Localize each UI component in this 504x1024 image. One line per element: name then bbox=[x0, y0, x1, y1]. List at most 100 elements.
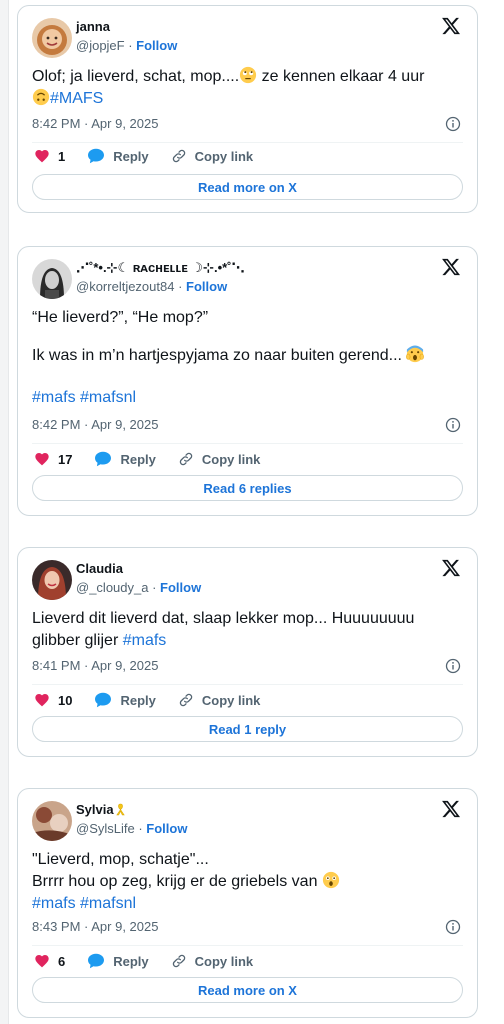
display-name-text: Sylvia bbox=[76, 802, 114, 817]
like-button[interactable]: 1 bbox=[34, 148, 65, 164]
action-bar: 1 Reply Copy link bbox=[34, 148, 275, 164]
x-logo-icon[interactable] bbox=[441, 799, 461, 819]
reply-bubble-icon bbox=[95, 692, 112, 708]
avatar[interactable] bbox=[32, 801, 72, 841]
heart-icon bbox=[35, 955, 49, 968]
like-count: 17 bbox=[58, 451, 73, 467]
copy-link-icon bbox=[172, 149, 185, 163]
hashtag-link[interactable]: #mafs bbox=[32, 389, 76, 406]
follow-button[interactable]: Follow bbox=[146, 821, 187, 836]
like-count: 6 bbox=[58, 953, 66, 969]
reply-button[interactable]: Reply bbox=[94, 451, 156, 467]
divider bbox=[32, 142, 463, 143]
tweet-text-line: Lieverd dit lieverd dat, slaap lekker mo… bbox=[32, 610, 415, 627]
tweet-text-line: Ik was in m’n hartjespyjama zo naar buit… bbox=[32, 347, 402, 364]
tweet-card[interactable]: ⋰˚*•.⊹☾ ʀᴀᴄʜᴇʟʟᴇ ☽⊹.•*˚⋱ @korreltjezout8… bbox=[17, 246, 478, 516]
tweet-card[interactable]: janna @jopjeF · Follow Olof; ja lieverd,… bbox=[17, 5, 478, 213]
reply-button[interactable]: Reply bbox=[87, 953, 149, 969]
face-with-rolling-eyes-emoji bbox=[240, 66, 257, 84]
timestamp[interactable]: 8:43 PM · Apr 9, 2025 bbox=[32, 919, 158, 934]
display-name[interactable]: janna bbox=[76, 18, 177, 36]
copy-link-button[interactable]: Copy link bbox=[178, 451, 261, 467]
follow-button[interactable]: Follow bbox=[186, 279, 227, 294]
heart-icon bbox=[35, 453, 49, 466]
tweet-text: Olof; ja lieverd, schat, mop.... ze kenn… bbox=[32, 66, 463, 110]
x-logo-icon[interactable] bbox=[441, 558, 461, 578]
user-handle[interactable]: @_cloudy_a bbox=[76, 580, 148, 595]
action-bar: 6 Reply Copy link bbox=[34, 953, 275, 969]
follow-button[interactable]: Follow bbox=[160, 580, 201, 595]
like-count: 10 bbox=[58, 692, 73, 708]
copy-link-button[interactable]: Copy link bbox=[171, 148, 254, 164]
read-replies-button[interactable]: Read 6 replies bbox=[32, 475, 463, 501]
like-button[interactable]: 17 bbox=[34, 451, 72, 467]
x-logo-icon[interactable] bbox=[441, 16, 461, 36]
copy-link-button[interactable]: Copy link bbox=[178, 692, 261, 708]
copy-link-label: Copy link bbox=[194, 953, 254, 969]
divider bbox=[32, 684, 463, 685]
tweet-text-line: glibber glijer bbox=[32, 632, 123, 649]
heart-icon bbox=[35, 694, 49, 707]
hashtag-link[interactable]: #mafs bbox=[123, 632, 167, 649]
hashtag-link[interactable]: #mafs bbox=[32, 895, 76, 912]
tweet-card[interactable]: Claudia @_cloudy_a · Follow Lieverd dit … bbox=[17, 547, 478, 757]
copy-link-icon bbox=[179, 452, 193, 466]
timestamp[interactable]: 8:41 PM · Apr 9, 2025 bbox=[32, 658, 158, 673]
timestamp[interactable]: 8:42 PM · Apr 9, 2025 bbox=[32, 116, 158, 131]
avatar[interactable] bbox=[32, 259, 72, 299]
info-icon[interactable] bbox=[445, 658, 461, 674]
user-handle[interactable]: @jopjeF bbox=[76, 38, 125, 53]
tweet-text-line: "Lieverd, mop, schatje"... bbox=[32, 851, 209, 868]
x-logo-icon[interactable] bbox=[441, 257, 461, 277]
read-replies-button[interactable]: Read 1 reply bbox=[32, 716, 463, 742]
copy-link-icon bbox=[172, 954, 185, 968]
display-name[interactable]: Claudia bbox=[76, 560, 201, 578]
tweet-card[interactable]: Sylvia @SylsLife · Follow "Lieverd, mop,… bbox=[17, 788, 478, 1018]
copy-link-icon bbox=[179, 693, 193, 707]
info-icon[interactable] bbox=[445, 116, 461, 132]
hashtag-link[interactable]: #MAFS bbox=[50, 90, 103, 107]
upside-down-face-emoji bbox=[32, 88, 50, 106]
avatar[interactable] bbox=[32, 560, 72, 600]
hashtag-link[interactable]: #mafsnl bbox=[80, 895, 136, 912]
tweet-text-line: “He lieverd?”, “He mop?” bbox=[32, 309, 209, 326]
copy-link-button[interactable]: Copy link bbox=[171, 953, 254, 969]
reply-bubble-icon bbox=[88, 148, 105, 164]
tweet-text: "Lieverd, mop, schatje"... Brrrr hou op … bbox=[32, 849, 463, 915]
avatar[interactable] bbox=[32, 18, 72, 58]
tweet-text: “He lieverd?”, “He mop?” bbox=[32, 307, 463, 329]
reply-button[interactable]: Reply bbox=[87, 148, 149, 164]
tweet-text-line: ze kennen elkaar 4 uur bbox=[257, 68, 425, 85]
copy-link-label: Copy link bbox=[201, 692, 261, 708]
tweet-hashtags: #mafs #mafsnl bbox=[32, 387, 463, 409]
reply-label: Reply bbox=[113, 148, 149, 164]
hashtag-link[interactable]: #mafsnl bbox=[80, 389, 136, 406]
follow-button[interactable]: Follow bbox=[136, 38, 177, 53]
read-more-button[interactable]: Read more on X bbox=[32, 977, 463, 1003]
reply-label: Reply bbox=[120, 451, 156, 467]
timestamp[interactable]: 8:42 PM · Apr 9, 2025 bbox=[32, 417, 158, 432]
screaming-face-emoji bbox=[406, 345, 425, 363]
page-left-rule bbox=[0, 0, 9, 1024]
tweet-text: Lieverd dit lieverd dat, slaap lekker mo… bbox=[32, 608, 463, 652]
like-count: 1 bbox=[58, 148, 66, 164]
heart-icon bbox=[35, 150, 49, 163]
reply-button[interactable]: Reply bbox=[94, 692, 156, 708]
user-handle[interactable]: @korreltjezout84 bbox=[76, 279, 174, 294]
tweet-text-line: Olof; ja lieverd, schat, mop.... bbox=[32, 68, 240, 85]
info-icon[interactable] bbox=[445, 417, 461, 433]
astonished-face-emoji bbox=[322, 871, 340, 889]
copy-link-label: Copy link bbox=[194, 148, 254, 164]
read-more-button[interactable]: Read more on X bbox=[32, 174, 463, 200]
reply-label: Reply bbox=[120, 692, 156, 708]
copy-link-label: Copy link bbox=[201, 451, 261, 467]
display-name[interactable]: ⋰˚*•.⊹☾ ʀᴀᴄʜᴇʟʟᴇ ☽⊹.•*˚⋱ bbox=[76, 259, 245, 277]
like-button[interactable]: 10 bbox=[34, 692, 72, 708]
tweet-text-line: Brrrr hou op zeg, krijg er de griebels v… bbox=[32, 873, 322, 890]
user-handle[interactable]: @SylsLife bbox=[76, 821, 135, 836]
action-bar: 17 Reply Copy link bbox=[34, 451, 282, 467]
like-button[interactable]: 6 bbox=[34, 953, 65, 969]
display-name[interactable]: Sylvia bbox=[76, 801, 187, 819]
info-icon[interactable] bbox=[445, 919, 461, 935]
action-bar: 10 Reply Copy link bbox=[34, 692, 282, 708]
